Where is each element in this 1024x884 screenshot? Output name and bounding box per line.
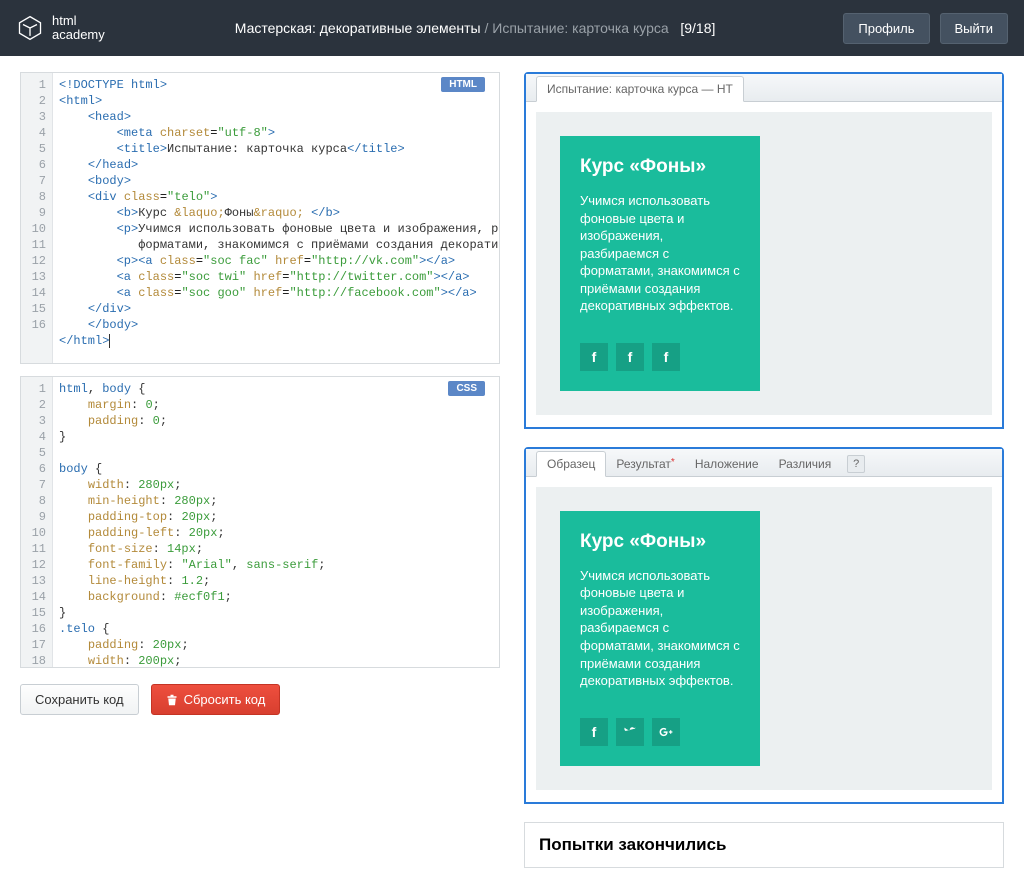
css-gutter: 123456789101112131415161718192021222324 bbox=[21, 377, 53, 667]
reference-body: Курс «Фоны» Учимся использовать фоновые … bbox=[536, 487, 992, 790]
logo-icon bbox=[16, 14, 44, 42]
result-pane: Испытание: карточка курса — HT Курс «Фон… bbox=[524, 72, 1004, 429]
reset-button[interactable]: Сбросить код bbox=[151, 684, 281, 715]
css-code[interactable]: html, body { margin: 0; padding: 0;} bod… bbox=[53, 377, 499, 667]
breadcrumb-sub: Испытание: карточка курса bbox=[492, 20, 668, 36]
html-gutter: 12345678910111213141516 bbox=[21, 73, 53, 363]
profile-button[interactable]: Профиль bbox=[843, 13, 929, 44]
topbar-buttons: Профиль Выйти bbox=[843, 13, 1008, 44]
help-icon[interactable]: ? bbox=[847, 455, 865, 473]
card-text: Учимся использовать фоновые цвета и изоб… bbox=[580, 192, 740, 315]
progress-counter: [9/18] bbox=[680, 20, 715, 36]
facebook-icon[interactable]: f bbox=[616, 343, 644, 371]
topbar: html academy Мастерская: декоративные эл… bbox=[0, 0, 1024, 56]
css-editor[interactable]: CSS 123456789101112131415161718192021222… bbox=[20, 376, 500, 668]
logout-button[interactable]: Выйти bbox=[940, 13, 1009, 44]
logo[interactable]: html academy bbox=[16, 14, 105, 43]
editor-buttons: Сохранить код Сбросить код bbox=[20, 684, 500, 715]
card-text: Учимся использовать фоновые цвета и изоб… bbox=[580, 567, 740, 690]
breadcrumb: Мастерская: декоративные элементы / Испы… bbox=[235, 20, 844, 36]
attempts-panel: Попытки закончились bbox=[524, 822, 1004, 868]
trash-icon bbox=[166, 694, 178, 706]
tab-overlay[interactable]: Наложение bbox=[685, 452, 769, 476]
facebook-icon[interactable]: f bbox=[580, 718, 608, 746]
course-card: Курс «Фоны» Учимся использовать фоновые … bbox=[560, 136, 760, 391]
main-area: HTML 12345678910111213141516 <!DOCTYPE h… bbox=[0, 56, 1024, 884]
result-body: Курс «Фоны» Учимся использовать фоновые … bbox=[536, 112, 992, 415]
css-badge: CSS bbox=[448, 381, 485, 396]
reference-card: Курс «Фоны» Учимся использовать фоновые … bbox=[560, 511, 760, 766]
card-title: Курс «Фоны» bbox=[580, 156, 740, 178]
social-row: f bbox=[580, 718, 740, 746]
tab-sample[interactable]: Образец bbox=[536, 451, 606, 477]
logo-text: html academy bbox=[52, 14, 105, 43]
html-editor[interactable]: HTML 12345678910111213141516 <!DOCTYPE h… bbox=[20, 72, 500, 364]
twitter-icon[interactable] bbox=[616, 718, 644, 746]
tab-diff[interactable]: Различия bbox=[769, 452, 842, 476]
html-code[interactable]: <!DOCTYPE html><html> <head> <meta chars… bbox=[53, 73, 499, 363]
reference-pane: Образец Результат* Наложение Различия ? … bbox=[524, 447, 1004, 804]
social-row: f f f bbox=[580, 343, 740, 371]
reference-tabbar: Образец Результат* Наложение Различия ? bbox=[526, 449, 1002, 477]
breadcrumb-main[interactable]: Мастерская: декоративные элементы bbox=[235, 20, 481, 36]
tab-result[interactable]: Результат* bbox=[606, 452, 684, 476]
card-title: Курс «Фоны» bbox=[580, 531, 740, 553]
googleplus-icon[interactable] bbox=[652, 718, 680, 746]
save-button[interactable]: Сохранить код bbox=[20, 684, 139, 715]
result-tab[interactable]: Испытание: карточка курса — HT bbox=[536, 76, 744, 102]
editors-column: HTML 12345678910111213141516 <!DOCTYPE h… bbox=[20, 72, 500, 868]
facebook-icon[interactable]: f bbox=[652, 343, 680, 371]
result-pane-tabbar: Испытание: карточка курса — HT bbox=[526, 74, 1002, 102]
preview-column: Испытание: карточка курса — HT Курс «Фон… bbox=[524, 72, 1004, 868]
html-badge: HTML bbox=[441, 77, 485, 92]
facebook-icon[interactable]: f bbox=[580, 343, 608, 371]
